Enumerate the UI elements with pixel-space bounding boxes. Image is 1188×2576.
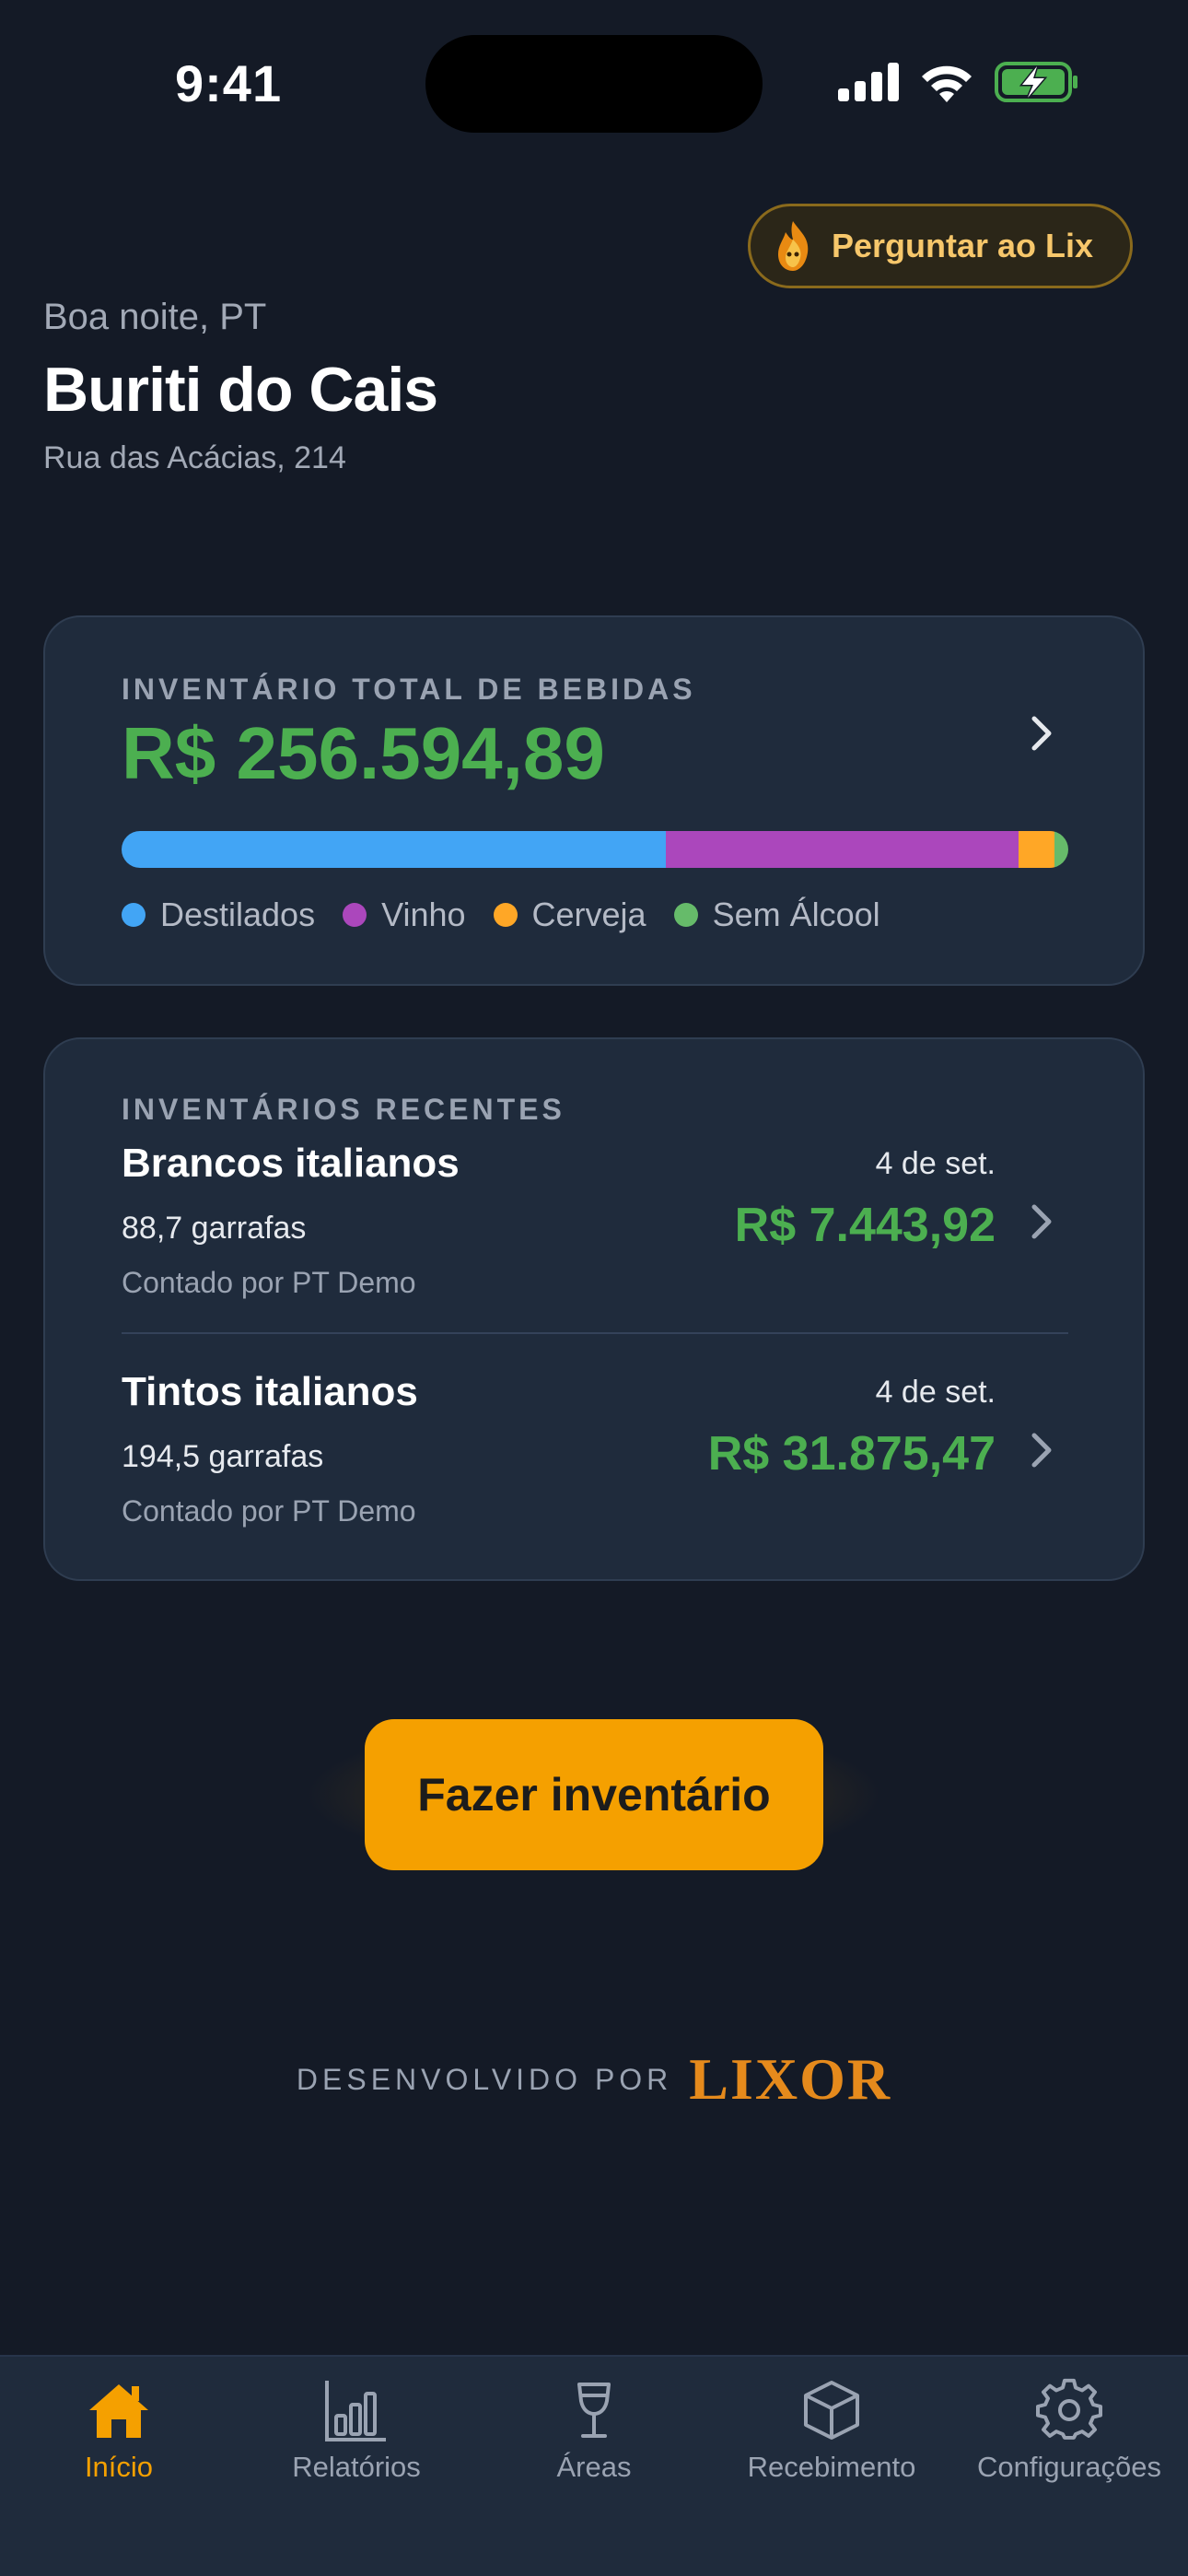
legend-item: Sem Álcool — [673, 896, 880, 934]
inventory-date: 4 de set. — [875, 1375, 996, 1410]
tab-label: Recebimento — [747, 2451, 916, 2483]
inventory-value: R$ 7.443,92 — [734, 1199, 996, 1252]
gear-icon — [1036, 2378, 1102, 2440]
cellular-signal-icon — [838, 63, 899, 101]
legend-dot — [343, 903, 367, 927]
inventory-bottles: 88,7 garrafas — [122, 1211, 307, 1246]
developer-credit: DESENVOLVIDO POR LIXOR — [0, 2045, 1188, 2113]
tab-label: Configurações — [977, 2451, 1161, 2483]
dynamic-island — [425, 35, 763, 133]
box-icon — [804, 2381, 859, 2440]
legend-label: Sem Álcool — [712, 896, 880, 933]
total-inventory-card[interactable]: INVENTÁRIO TOTAL DE BEBIDAS R$ 256.594,8… — [43, 615, 1145, 986]
legend-label: Cerveja — [531, 896, 646, 933]
lixor-logo: LIXOR — [689, 2046, 892, 2112]
tab-label: Relatórios — [292, 2451, 421, 2483]
home-icon — [89, 2384, 148, 2438]
list-item[interactable]: Brancos italianos 88,7 garrafas Contado … — [45, 1141, 1143, 1343]
take-inventory-button[interactable]: Fazer inventário — [365, 1719, 823, 1870]
tab-home[interactable]: Início — [0, 2357, 238, 2484]
status-time: 9:41 — [175, 54, 283, 112]
wine-glass-icon — [577, 2383, 611, 2438]
tab-areas[interactable]: Áreas — [475, 2357, 713, 2484]
flame-mascot-icon — [778, 221, 809, 271]
chevron-right-icon — [1031, 716, 1052, 751]
tab-bar: Início Relatórios Áreas Recebimento Conf… — [0, 2355, 1188, 2576]
legend-dot — [673, 903, 698, 927]
venue-name: Buriti do Cais — [43, 355, 438, 425]
list-item[interactable]: Tintos italianos 194,5 garrafas Contado … — [45, 1369, 1143, 1572]
share-segment-cerveja — [1018, 831, 1054, 868]
category-share-bar — [122, 831, 1068, 868]
share-segment-sem-álcool — [1054, 831, 1068, 868]
bar-chart-icon — [325, 2381, 386, 2441]
ask-lix-button[interactable]: Perguntar ao Lix — [748, 204, 1133, 288]
tab-settings[interactable]: Configurações — [950, 2357, 1188, 2484]
total-inventory-label: INVENTÁRIO TOTAL DE BEBIDAS — [122, 673, 696, 706]
battery-charging-icon — [995, 62, 1077, 102]
venue-address: Rua das Acácias, 214 — [43, 440, 346, 475]
tab-receiving[interactable]: Recebimento — [713, 2357, 950, 2484]
legend-dot — [122, 903, 146, 927]
inventory-counted-by: Contado por PT Demo — [122, 1494, 416, 1528]
legend-item: Vinho — [343, 896, 466, 934]
inventory-value: R$ 31.875,47 — [707, 1427, 996, 1481]
ask-lix-label: Perguntar ao Lix — [832, 227, 1094, 264]
inventory-name: Tintos italianos — [122, 1369, 418, 1414]
chevron-right-icon — [1031, 1204, 1052, 1239]
developed-by-text: DESENVOLVIDO POR — [296, 2062, 673, 2096]
inventory-date: 4 de set. — [875, 1146, 996, 1181]
total-inventory-value: R$ 256.594,89 — [122, 712, 605, 794]
inventory-name: Brancos italianos — [122, 1141, 460, 1186]
inventory-bottles: 194,5 garrafas — [122, 1439, 324, 1474]
legend-label: Vinho — [381, 896, 466, 933]
recent-inventories-card: INVENTÁRIOS RECENTES Brancos italianos 8… — [43, 1037, 1145, 1581]
legend-label: Destilados — [160, 896, 316, 933]
tab-reports[interactable]: Relatórios — [238, 2357, 475, 2484]
recent-inventories-label: INVENTÁRIOS RECENTES — [122, 1093, 565, 1126]
wifi-icon — [922, 65, 972, 102]
share-segment-destilados — [122, 831, 667, 868]
row-divider — [122, 1332, 1068, 1334]
greeting: Boa noite, PT — [43, 297, 267, 337]
inventory-counted-by: Contado por PT Demo — [122, 1266, 416, 1299]
legend-dot — [493, 903, 518, 927]
share-segment-vinho — [666, 831, 1019, 868]
chevron-right-icon — [1031, 1433, 1052, 1468]
legend-item: Cerveja — [493, 896, 646, 934]
tab-label: Áreas — [556, 2451, 632, 2483]
legend-item: Destilados — [122, 896, 315, 934]
status-icons — [838, 61, 1079, 103]
category-legend: Destilados Vinho Cerveja Sem Álcool — [122, 896, 908, 934]
tab-label: Início — [84, 2451, 154, 2483]
